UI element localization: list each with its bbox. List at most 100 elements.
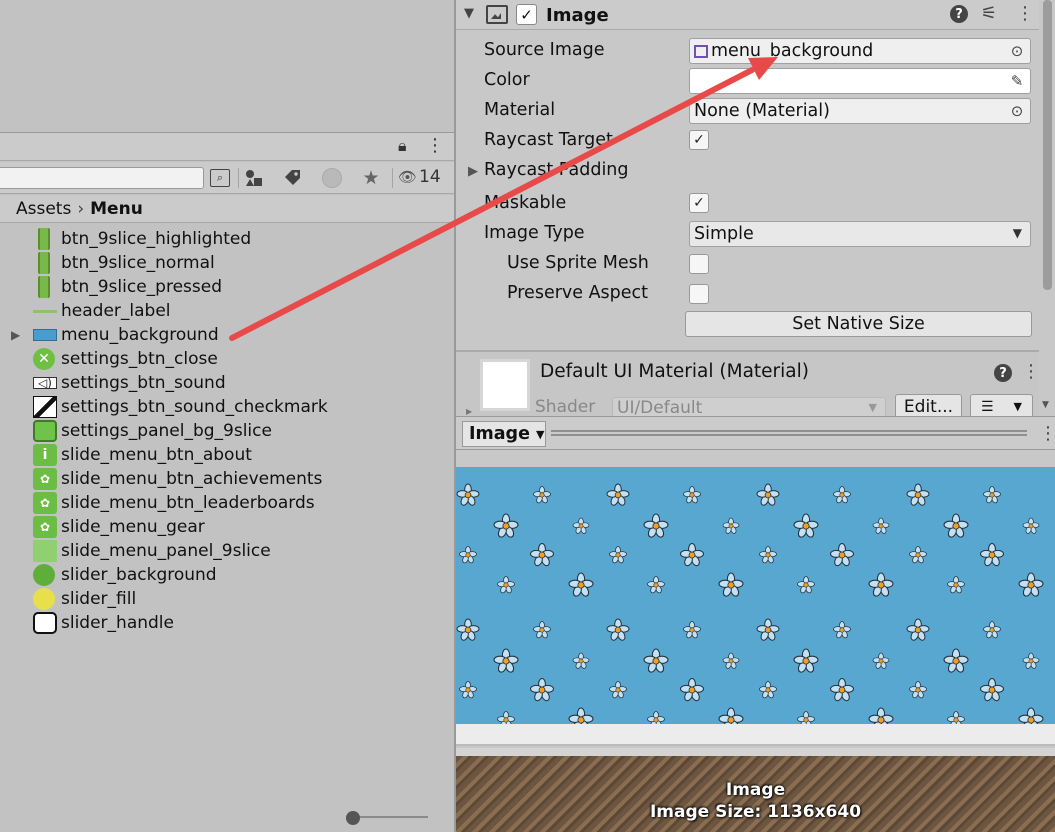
search-input[interactable] xyxy=(0,167,204,189)
preview-resize-handle[interactable] xyxy=(551,430,1027,436)
asset-list-item[interactable]: btn_9slice_pressed xyxy=(0,275,454,299)
help-icon[interactable]: ? xyxy=(950,5,968,23)
asset-name: slide_menu_panel_9slice xyxy=(61,541,271,561)
asset-name: slide_menu_gear xyxy=(61,517,205,537)
asset-name: settings_panel_bg_9slice xyxy=(61,421,272,441)
set-native-size-button[interactable]: Set Native Size xyxy=(685,311,1032,337)
kebab-icon[interactable]: ⋮ xyxy=(1039,423,1055,444)
scene-panel-area xyxy=(0,0,454,132)
label-filter-button[interactable] xyxy=(278,166,306,190)
asset-list-item[interactable]: header_label xyxy=(0,299,454,323)
asset-list-item[interactable]: ✿ slide_menu_btn_achievements xyxy=(0,467,454,491)
asset-list-item[interactable]: ◁) settings_btn_sound xyxy=(0,371,454,395)
expand-arrow-icon[interactable]: ▶ xyxy=(11,328,20,342)
preview-dropdown-label: Image xyxy=(469,424,530,444)
use-sprite-mesh-checkbox[interactable] xyxy=(689,254,709,274)
asset-name: header_label xyxy=(61,301,171,321)
asset-list-item[interactable]: slider_handle xyxy=(0,611,454,635)
expand-arrow-icon[interactable]: ▶ xyxy=(468,164,478,179)
log-filter-button[interactable] xyxy=(318,166,346,190)
toolbar-divider xyxy=(238,168,239,188)
asset-list-item[interactable]: btn_9slice_normal xyxy=(0,251,454,275)
preview-dropdown[interactable]: Image ▼ xyxy=(462,421,546,447)
maskable-label: Maskable xyxy=(484,193,567,213)
object-picker-icon[interactable]: ⊙ xyxy=(1006,101,1028,121)
scroll-down-arrow-icon[interactable]: ▼ xyxy=(1042,400,1049,410)
object-picker-icon[interactable]: ⊙ xyxy=(1006,41,1028,61)
material-thumbnail xyxy=(480,359,530,411)
dropdown-arrow-icon: ▼ xyxy=(1013,400,1022,413)
asset-list-item[interactable]: ▶ menu_background xyxy=(0,323,454,347)
asset-list-item[interactable]: slider_background xyxy=(0,563,454,587)
project-tabbar: 🔒︎ ⋮ xyxy=(0,133,454,161)
color-label: Color xyxy=(484,70,530,90)
eyedropper-icon[interactable]: ✎ xyxy=(1006,71,1028,91)
asset-list-item[interactable]: i slide_menu_btn_about xyxy=(0,443,454,467)
type-filter-button[interactable] xyxy=(240,166,268,190)
asset-name: btn_9slice_pressed xyxy=(61,277,222,297)
material-label: Material xyxy=(484,100,556,120)
asset-thumbnail-icon xyxy=(38,252,50,274)
asset-thumbnail-icon: ✕ xyxy=(33,348,55,370)
help-icon[interactable]: ? xyxy=(994,364,1012,382)
asset-list-item[interactable]: settings_btn_sound_checkmark xyxy=(0,395,454,419)
raycast-padding-label[interactable]: Raycast Padding xyxy=(484,160,629,180)
asset-list-item[interactable]: slide_menu_panel_9slice xyxy=(0,539,454,563)
maskable-checkbox[interactable]: ✓ xyxy=(689,193,709,213)
type-filter-icon xyxy=(246,170,262,186)
preview-panel: Image ▼ ⋮ Image Image Size: 1136x640 xyxy=(456,416,1055,832)
asset-thumbnail-icon: i xyxy=(33,444,57,466)
zoom-slider-handle[interactable] xyxy=(346,811,360,825)
presets-icon[interactable]: ⚟ xyxy=(981,3,997,24)
asset-list-item[interactable]: ✕ settings_btn_close xyxy=(0,347,454,371)
asset-list-item[interactable]: settings_panel_bg_9slice xyxy=(0,419,454,443)
asset-list-item[interactable]: btn_9slice_highlighted xyxy=(0,227,454,251)
component-enabled-checkbox[interactable]: ✓ xyxy=(516,4,537,25)
eye-icon: 👁︎ xyxy=(398,168,418,186)
source-image-field[interactable]: menu_background ⊙ xyxy=(689,38,1031,64)
inspector-panel: ▼ ✓ Image ? ⚟ ⋮ Source Image menu_backgr… xyxy=(456,0,1055,350)
asset-list-item[interactable]: ✿ slide_menu_gear xyxy=(0,515,454,539)
preserve-aspect-checkbox[interactable] xyxy=(689,284,709,304)
kebab-icon[interactable]: ⋮ xyxy=(1022,361,1040,382)
asset-thumbnail-icon xyxy=(33,564,55,586)
fold-arrow-icon[interactable]: ▶ xyxy=(466,407,472,416)
preview-caption: Image Image Size: 1136x640 xyxy=(456,779,1055,823)
image-type-label: Image Type xyxy=(484,223,585,243)
material-name: Default UI Material (Material) xyxy=(540,361,809,382)
shader-value: UI/Default xyxy=(617,398,703,418)
raycast-target-checkbox[interactable]: ✓ xyxy=(689,130,709,150)
favorite-button[interactable]: ★ xyxy=(357,166,385,190)
preview-margin xyxy=(456,452,1055,466)
image-type-dropdown[interactable]: Simple ▼ xyxy=(689,221,1031,247)
visibility-toggle[interactable]: 👁︎ 14 xyxy=(398,167,441,187)
asset-thumbnail-icon: ✿ xyxy=(33,492,57,514)
preview-toolbar: Image ▼ ⋮ xyxy=(456,416,1055,450)
asset-name: slide_menu_btn_leaderboards xyxy=(61,493,315,513)
asset-thumbnail-icon xyxy=(33,329,57,341)
image-component-header[interactable]: ▼ ✓ Image ? ⚟ ⋮ xyxy=(456,0,1055,30)
kebab-icon[interactable]: ⋮ xyxy=(1016,3,1034,24)
asset-thumbnail-icon xyxy=(33,396,57,418)
asset-name: btn_9slice_highlighted xyxy=(61,229,252,249)
lock-icon[interactable]: 🔒︎ xyxy=(398,136,407,156)
inspector-scroll-thumb[interactable] xyxy=(1043,0,1052,290)
color-field[interactable]: ✎ xyxy=(689,68,1031,94)
asset-name: btn_9slice_normal xyxy=(61,253,215,273)
preview-caption-title: Image xyxy=(725,780,786,800)
asset-thumbnail-icon xyxy=(33,540,57,562)
asset-name: settings_btn_close xyxy=(61,349,218,369)
source-image-label: Source Image xyxy=(484,40,605,60)
asset-name: slider_fill xyxy=(61,589,137,609)
dropdown-arrow-icon: ▼ xyxy=(868,401,877,414)
breadcrumb-separator: › xyxy=(77,198,85,219)
material-field[interactable]: None (Material) ⊙ xyxy=(689,98,1031,124)
search-window-button[interactable]: ⌕ xyxy=(206,166,234,190)
fold-arrow-icon[interactable]: ▼ xyxy=(464,6,474,21)
breadcrumb: Assets › Menu xyxy=(0,195,454,223)
asset-list-item[interactable]: slider_fill xyxy=(0,587,454,611)
breadcrumb-root[interactable]: Assets xyxy=(16,199,71,219)
breadcrumb-current[interactable]: Menu xyxy=(90,199,143,219)
kebab-icon[interactable]: ⋮ xyxy=(426,135,444,156)
asset-list-item[interactable]: ✿ slide_menu_btn_leaderboards xyxy=(0,491,454,515)
